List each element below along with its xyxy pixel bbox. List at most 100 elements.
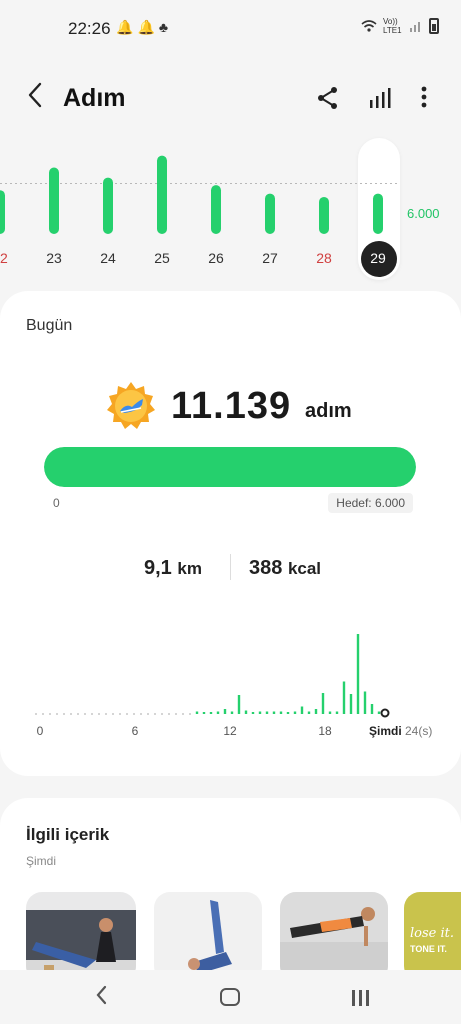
- trends-button[interactable]: [366, 84, 394, 112]
- wifi-icon: [361, 20, 377, 32]
- day-label[interactable]: 26: [196, 250, 236, 266]
- more-vert-icon: [421, 86, 427, 108]
- system-icons: Vo)) LTE1: [361, 17, 439, 35]
- hour-dot: [175, 713, 177, 715]
- axis-label-12: 12: [223, 724, 237, 738]
- share-button[interactable]: [314, 84, 342, 112]
- hour-dot: [42, 713, 44, 715]
- day-label[interactable]: 25: [142, 250, 182, 266]
- day-bar[interactable]: [49, 167, 59, 234]
- day-bar[interactable]: [103, 177, 113, 234]
- hour-bar: [293, 711, 297, 714]
- hour-dot: [63, 713, 65, 715]
- day-bar[interactable]: [373, 193, 383, 234]
- hour-bar: [195, 711, 199, 714]
- hour-dot: [182, 713, 184, 715]
- hour-bar: [209, 712, 213, 714]
- hour-dot: [77, 713, 79, 715]
- related-content-card: İlgili içerik Şimdi lose it. TONE IT.: [0, 798, 461, 998]
- day-bar[interactable]: [211, 185, 221, 234]
- hour-dot: [119, 713, 121, 715]
- app-header: Adım: [0, 76, 461, 122]
- system-nav-bar: [0, 970, 461, 1024]
- hour-dot: [112, 713, 114, 715]
- day-label[interactable]: 23: [34, 250, 74, 266]
- page-title: Adım: [63, 84, 126, 112]
- stat-divider: [230, 554, 231, 580]
- hour-dot: [140, 713, 142, 715]
- hour-bar: [286, 712, 290, 714]
- hour-bar: [300, 706, 304, 714]
- day-bar[interactable]: [265, 193, 275, 234]
- more-options-button[interactable]: [412, 82, 436, 114]
- nav-back-button[interactable]: [90, 984, 114, 1013]
- day-label[interactable]: 27: [250, 250, 290, 266]
- weekly-steps-chart: 6.000 22 23 24 25 26 27 28 29: [0, 136, 461, 286]
- hour-dot: [154, 713, 156, 715]
- recents-icon[interactable]: [350, 990, 370, 1006]
- day-label[interactable]: 28: [304, 250, 344, 266]
- day-label[interactable]: 22: [0, 250, 20, 266]
- hour-bar: [216, 711, 220, 714]
- calories-stat: 388 kcal: [249, 557, 321, 580]
- hour-bar: [272, 711, 276, 714]
- distance-stat: 9,1 km: [144, 557, 202, 580]
- bar-chart-icon: [370, 88, 391, 108]
- related-thumbnail-2[interactable]: [154, 892, 262, 982]
- day-bar[interactable]: [0, 190, 5, 234]
- progress-start-label: 0: [53, 496, 60, 510]
- related-thumbnail-1[interactable]: [26, 892, 136, 982]
- hour-bar: [237, 695, 241, 714]
- bell-icon: 🔔: [116, 19, 138, 35]
- day-bar[interactable]: [319, 196, 329, 234]
- day-label[interactable]: 24: [88, 250, 128, 266]
- signal-icon: [410, 22, 420, 32]
- hour-dot: [49, 713, 51, 715]
- hour-bar: [321, 693, 325, 714]
- notification-icons: 🔔🔔♣: [116, 19, 172, 36]
- hour-bar: [335, 711, 339, 714]
- step-progress-bar: [44, 447, 416, 487]
- related-thumbnail-4[interactable]: lose it. TONE IT.: [404, 892, 461, 982]
- hour-bar: [307, 711, 311, 714]
- hour-dot: [126, 713, 128, 715]
- tree-icon: ♣: [158, 19, 173, 35]
- hour-bar: [328, 711, 332, 714]
- share-icon: [318, 87, 337, 109]
- hour-bar: [377, 711, 381, 714]
- day-bar[interactable]: [157, 155, 167, 234]
- hour-bar: [363, 691, 367, 714]
- hour-dot: [168, 713, 170, 715]
- back-button[interactable]: [20, 80, 50, 116]
- status-bar: 22:26 🔔🔔♣ Vo)) LTE1: [0, 0, 461, 56]
- hour-dot: [91, 713, 93, 715]
- hour-bar: [202, 712, 206, 714]
- home-icon[interactable]: [220, 988, 240, 1006]
- axis-label-0: 0: [36, 724, 44, 738]
- hour-bar: [244, 710, 248, 714]
- axis-label-18: 18: [318, 724, 332, 738]
- related-subtitle: Şimdi: [26, 854, 57, 868]
- hourly-bars: [35, 634, 390, 718]
- related-title: İlgili içerik: [26, 825, 110, 844]
- hour-bar: [230, 711, 234, 714]
- related-thumbnail-3[interactable]: [280, 892, 388, 982]
- progress-fill: [44, 447, 416, 487]
- status-time: 22:26: [68, 19, 111, 38]
- hour-bar: [265, 711, 269, 714]
- hour-bar: [251, 712, 255, 714]
- back-arrow-icon: [28, 82, 42, 108]
- bell-icon: 🔔: [137, 19, 159, 35]
- hour-bar: [279, 711, 283, 714]
- hour-bar: [370, 704, 374, 714]
- calories-unit: kcal: [287, 559, 322, 578]
- workout-image: [26, 910, 136, 982]
- distance-unit: km: [177, 559, 202, 578]
- hour-dot: [56, 713, 58, 715]
- workout-image: [154, 900, 262, 982]
- hour-dot: [98, 713, 100, 715]
- back-nav-icon: [96, 985, 107, 1005]
- day-label[interactable]: 29: [358, 250, 398, 266]
- hour-dot: [70, 713, 72, 715]
- today-card: Bugün 11.139 adım 0 Hedef: 6.000 9,1 km …: [0, 291, 461, 776]
